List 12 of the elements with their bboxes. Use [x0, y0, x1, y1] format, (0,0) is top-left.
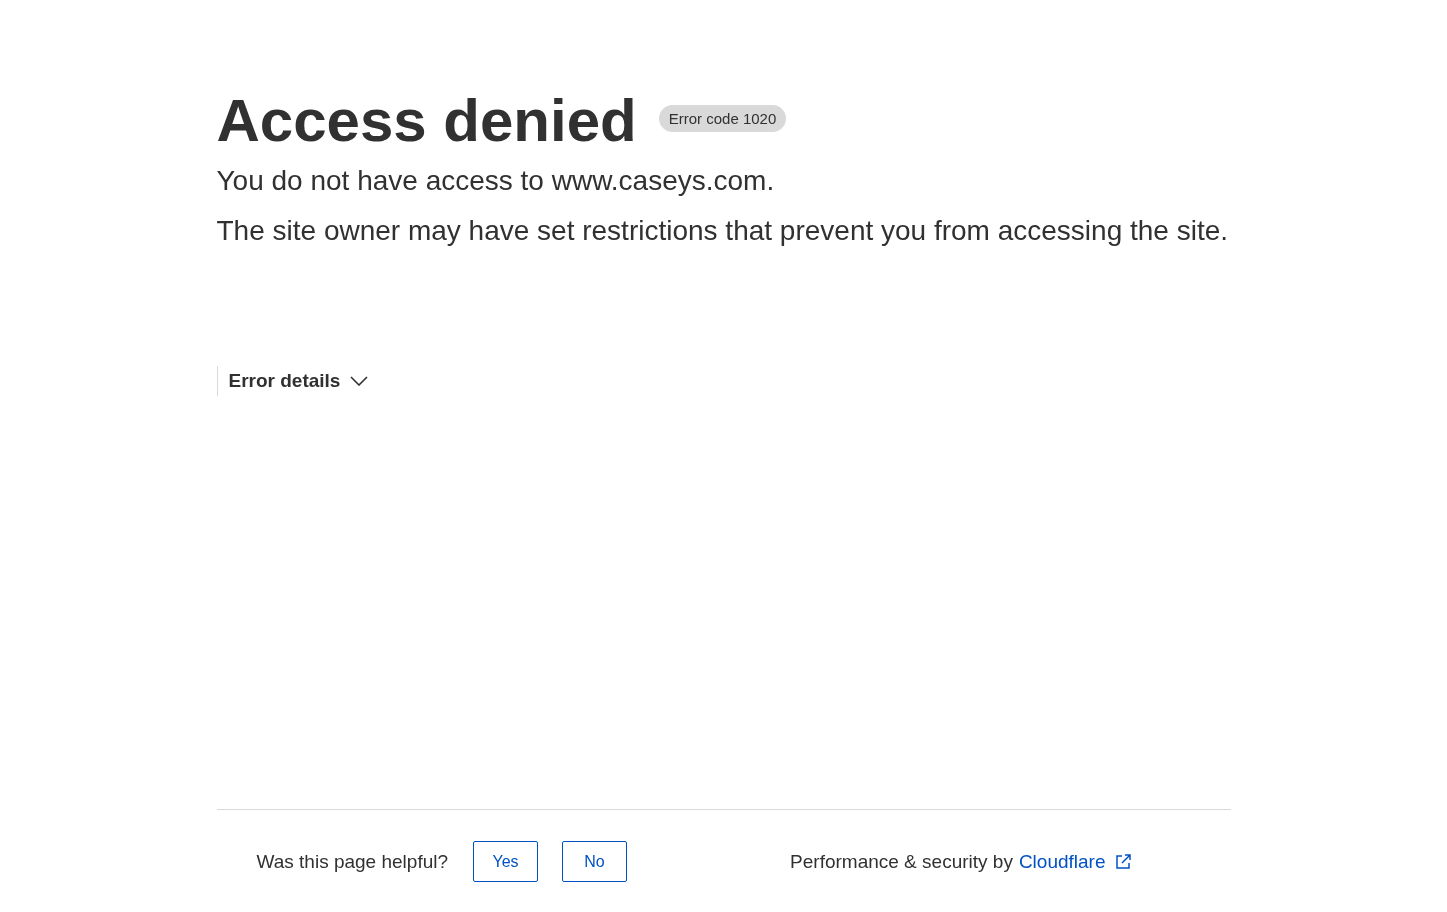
page-title: Access denied	[216, 86, 637, 156]
feedback-button[interactable]: Yes	[473, 841, 539, 882]
error-details-toggle[interactable]: Error details	[216, 366, 369, 396]
message-text: The site owner may have set restrictions that prevent you from accessing the site.	[216, 214, 1230, 248]
chevron-icon	[350, 376, 369, 386]
feedback-button[interactable]: No	[562, 841, 628, 882]
error-code-badge: Error code 1020	[658, 104, 787, 132]
message-text: You do not have access to www.caseys.com.	[216, 164, 776, 198]
cloudflare-link[interactable]: Cloudflare	[1018, 850, 1131, 873]
credit-text: Performance & security by	[790, 850, 1013, 873]
external-link-icon	[1114, 853, 1131, 870]
feedback-question: Was this page helpful?	[256, 850, 449, 873]
